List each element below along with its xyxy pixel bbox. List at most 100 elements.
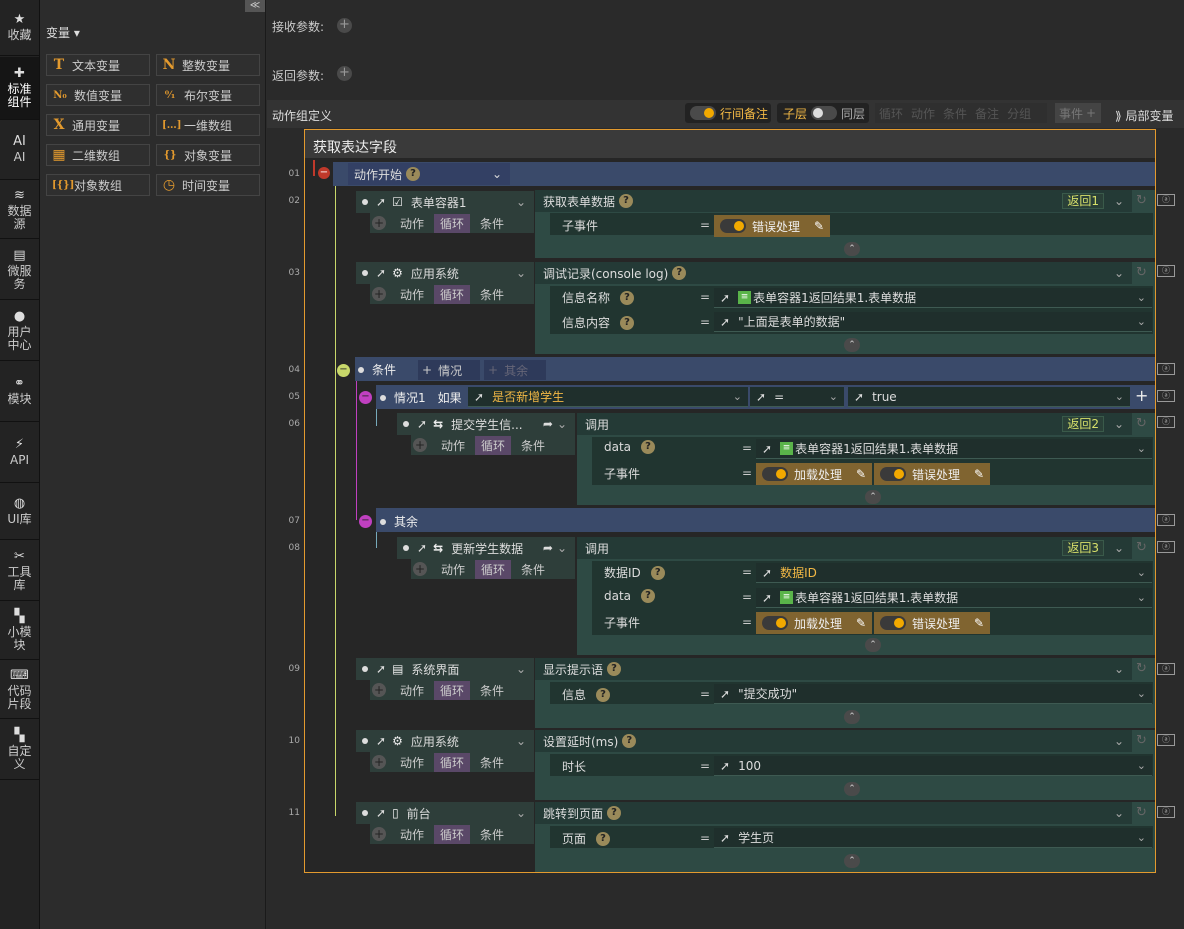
value-select[interactable]: ➚ 学生页 ⌄ [714, 828, 1152, 848]
collapse-toggle-button[interactable]: ⌃ [844, 338, 860, 352]
variable-type-button[interactable]: ▦ 二维数组 [46, 144, 150, 166]
redirect-icon[interactable]: ➦ [543, 541, 553, 555]
action-tab[interactable]: 动作 [394, 214, 430, 233]
help-icon[interactable]: ? [596, 687, 611, 702]
condition-tab[interactable]: 条件 [474, 825, 510, 844]
method-header[interactable]: 跳转到页面? ⌄ [535, 802, 1132, 824]
loop-tab[interactable]: 循环 [434, 213, 471, 233]
add-action-icon[interactable]: + [372, 287, 386, 301]
insert-group-button[interactable]: 分组 [1007, 105, 1031, 122]
value-select[interactable]: ➚ ≡ 表单容器1返回结果1.表单数据 ⌄ [714, 288, 1152, 308]
nav-item[interactable]: AI AI [0, 120, 39, 180]
action-node-header[interactable]: ➚ ☑ 表单容器1 ⌄ [356, 191, 534, 213]
chevron-down-icon[interactable]: ⌄ [557, 541, 567, 555]
refresh-icon[interactable]: ↻ [1136, 661, 1147, 676]
add-case-button[interactable]: + 情况 [418, 360, 480, 380]
collapse-else-button[interactable]: − [359, 515, 372, 528]
help-icon[interactable]: ? [406, 167, 421, 181]
chevron-down-icon[interactable]: ⌄ [516, 806, 526, 820]
help-icon[interactable]: ? [596, 831, 611, 846]
layer-toggle[interactable]: 子层 同层 [777, 103, 869, 123]
chevron-down-icon[interactable]: ⌄ [1114, 541, 1124, 555]
help-icon[interactable]: ? [641, 589, 656, 603]
handler-pill[interactable]: 加载处理 ✎ [756, 463, 872, 485]
method-header[interactable]: 获取表单数据? 返回1 ⌄ [535, 190, 1132, 212]
chevron-down-icon[interactable]: ⌄ [1114, 417, 1124, 431]
nav-item[interactable]: ⌨ 代码片段 [0, 661, 39, 719]
value-select[interactable]: ➚ ≡ 表单容器1返回结果1.表单数据 ⌄ [756, 588, 1152, 608]
note-icon[interactable]: ⓐ [1157, 265, 1175, 277]
help-icon[interactable]: ? [641, 440, 656, 454]
value-select[interactable]: ➚ "上面是表单的数据" ⌄ [714, 312, 1152, 332]
collapse-toggle-button[interactable]: ⌃ [844, 710, 860, 724]
nav-item[interactable]: ⚭ 模块 [0, 362, 39, 422]
chevron-down-icon[interactable]: ⌄ [557, 417, 567, 431]
note-icon[interactable]: ⓐ [1157, 416, 1175, 428]
refresh-icon[interactable]: ↻ [1136, 805, 1147, 820]
toggle-switch[interactable] [762, 467, 788, 481]
note-icon[interactable]: ⓐ [1157, 663, 1175, 675]
note-icon[interactable]: ⓐ [1157, 390, 1175, 402]
chevron-down-icon[interactable]: ⌄ [516, 662, 526, 676]
loop-tab[interactable]: 循环 [475, 559, 512, 579]
handler-pill[interactable]: 错误处理 ✎ [874, 612, 990, 634]
add-action-icon[interactable]: + [372, 683, 386, 697]
toggle-switch[interactable] [880, 616, 906, 630]
method-header[interactable]: 显示提示语? ⌄ [535, 658, 1132, 680]
loop-tab[interactable]: 循环 [434, 752, 471, 772]
help-icon[interactable]: ? [620, 315, 635, 330]
action-tab[interactable]: 动作 [435, 436, 471, 455]
insert-condition-button[interactable]: 条件 [943, 105, 967, 122]
collapse-panel-button[interactable]: ≪ [245, 0, 265, 12]
action-node-header[interactable]: ➚ ▤ 系统界面 ⌄ [356, 658, 534, 680]
help-icon[interactable]: ? [622, 734, 637, 748]
nav-item[interactable]: ◍ UI库 [0, 484, 39, 540]
variable-type-button[interactable]: N 整数变量 [156, 54, 260, 76]
action-tab[interactable]: 动作 [394, 825, 430, 844]
note-icon[interactable]: ⓐ [1157, 194, 1175, 206]
action-tab[interactable]: 动作 [394, 285, 430, 304]
inline-note-toggle[interactable]: 行间备注 [685, 103, 771, 123]
help-icon[interactable]: ? [650, 565, 665, 580]
note-icon[interactable]: ⓐ [1157, 514, 1175, 526]
value-select[interactable]: ➚ ≡ 表单容器1返回结果1.表单数据 ⌄ [756, 439, 1152, 459]
note-icon[interactable]: ⓐ [1157, 363, 1175, 375]
value-select[interactable]: ➚ "提交成功" ⌄ [714, 684, 1152, 704]
action-tab[interactable]: 动作 [435, 560, 471, 579]
nav-item[interactable]: ▚ 小模块 [0, 602, 39, 660]
refresh-icon[interactable]: ↻ [1136, 733, 1147, 748]
action-start-select[interactable]: 表单容器1 动作开始? ⌄ [348, 163, 510, 185]
action-node-header[interactable]: ➚ ⇆ 提交学生信... ➦ ⌄ [397, 413, 575, 435]
chevron-down-icon[interactable]: ⌄ [516, 734, 526, 748]
handler-pill[interactable]: 加载处理 ✎ [756, 612, 872, 634]
collapse-case-button[interactable]: − [359, 391, 372, 404]
add-action-icon[interactable]: + [372, 216, 386, 230]
chevron-down-icon[interactable]: ⌄ [1114, 734, 1124, 748]
collapse-toggle-button[interactable]: ⌃ [865, 638, 881, 652]
add-action-icon[interactable]: + [372, 827, 386, 841]
return-value-badge[interactable]: 返回1 [1062, 193, 1104, 209]
toggle-switch[interactable] [720, 219, 746, 233]
handler-pill[interactable]: 错误处理 ✎ [714, 215, 830, 237]
chevron-down-icon[interactable]: ⌄ [1114, 194, 1124, 208]
variables-section-header[interactable]: 变量 ▾ [46, 24, 80, 41]
collapse-toggle-button[interactable]: ⌃ [844, 854, 860, 868]
loop-tab[interactable]: 循环 [475, 435, 512, 455]
method-header[interactable]: 设置延时(ms)? ⌄ [535, 730, 1132, 752]
nav-item[interactable]: ▤ 微服务 [0, 240, 39, 300]
value-select[interactable]: ➚ = ⌄ [750, 387, 844, 407]
condition-tab[interactable]: 条件 [515, 436, 551, 455]
add-action-icon[interactable]: + [413, 562, 427, 576]
chevron-down-icon[interactable]: ⌄ [516, 195, 526, 209]
edit-icon[interactable]: ✎ [856, 467, 866, 481]
add-condition-button[interactable]: + [1135, 386, 1148, 405]
condition-tab[interactable]: 条件 [474, 214, 510, 233]
nav-item[interactable]: ✂ 工具库 [0, 541, 39, 601]
note-icon[interactable]: ⓐ [1157, 806, 1175, 818]
action-tab[interactable]: 动作 [394, 681, 430, 700]
condition-tab[interactable]: 条件 [515, 560, 551, 579]
edit-icon[interactable]: ✎ [856, 616, 866, 630]
method-header[interactable]: 调用 返回2 ⌄ [577, 413, 1132, 435]
insert-action-button[interactable]: 动作 [911, 105, 935, 122]
action-node-header[interactable]: ➚ ▯ 前台 ⌄ [356, 802, 534, 824]
